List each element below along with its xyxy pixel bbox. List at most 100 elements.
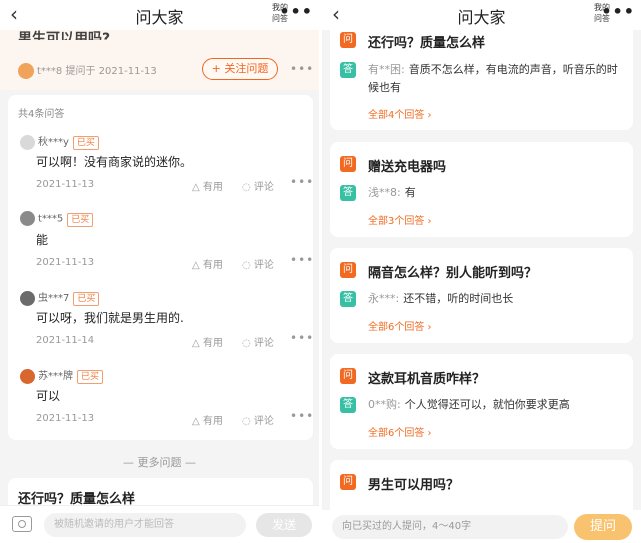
question-header: 男生可以用吗? t***8 提问于 2021-11-13 + 关注问题 •••: [0, 30, 319, 90]
answer-more-icon[interactable]: •••: [290, 175, 314, 189]
answer-preview: 有**困: 音质不怎么样，有电流的声音，听音乐的时候也有: [368, 61, 628, 97]
answer-preview: 浅**8: 有: [368, 184, 628, 202]
answer-text: 可以啊！没有商家说的迷你。: [36, 155, 193, 169]
thumb-icon: △: [192, 338, 203, 349]
answer-user-name: 永***:: [368, 292, 400, 305]
more-options-icon[interactable]: •••: [279, 2, 313, 21]
comment-button[interactable]: ◌ 评论: [242, 256, 274, 271]
answer-date: 2021-11-14: [36, 335, 95, 346]
question-meta: t***8 提问于 2021-11-13: [18, 62, 157, 79]
comment-icon: ◌: [242, 182, 254, 193]
ask-input[interactable]: 向已买过的人提问，4～40字: [332, 515, 568, 539]
answer-icon: 答: [340, 397, 356, 413]
answer-user-name: 苏***牌: [38, 371, 73, 382]
answer-more-icon[interactable]: •••: [290, 331, 314, 345]
bought-badge: 已买: [67, 212, 94, 227]
more-options-icon[interactable]: •••: [601, 2, 635, 21]
all-answers-link[interactable]: 全部6个回答 ›: [368, 424, 432, 439]
avatar: [18, 63, 34, 79]
answer-date: 2021-11-13: [36, 413, 95, 424]
answer-text: 有: [404, 186, 416, 199]
answer-user-name: 有**困:: [368, 63, 405, 76]
bought-badge: 已买: [72, 136, 99, 150]
question-title: 隔音怎么样？别人能听到吗？: [368, 266, 538, 281]
answer-user-name: 0**购:: [368, 398, 401, 411]
question-icon: 问: [340, 156, 356, 172]
send-button[interactable]: 发送: [256, 513, 312, 537]
avatar: [20, 211, 35, 226]
answer-item: t***5 已买 能 2021-11-13 △ 有用 ◌ 评论 •••: [8, 211, 313, 289]
answer-text: 可以: [36, 389, 61, 403]
thumb-icon: △: [192, 182, 203, 193]
asker-name: t***8: [37, 66, 63, 77]
answer-user-name: 浅**8:: [368, 186, 401, 199]
question-card[interactable]: 问 隔音怎么样？别人能听到吗？ 答 永***: 还不错，听的时间也长 全部6个回答…: [330, 248, 633, 343]
answer-icon: 答: [340, 62, 356, 78]
question-icon: 问: [340, 368, 356, 384]
answer-bar: 被随机邀请的用户才能回答 发送: [0, 505, 319, 543]
top-nav: ‹ 问大家 我的问答 •••: [322, 0, 641, 30]
asked-date: 提问于 2021-11-13: [65, 66, 157, 77]
answer-user: 苏***牌 已买: [20, 367, 104, 384]
useful-label: 有用: [202, 416, 223, 427]
question-icon: 问: [340, 262, 356, 278]
comment-icon: ◌: [242, 260, 254, 271]
answer-item: 秋***y 已买 可以啊！没有商家说的迷你。 2021-11-13 △ 有用 ◌ …: [8, 133, 313, 211]
comment-label: 评论: [253, 338, 274, 349]
answer-item: 虫***7 已买 可以呀，我们就是男生用的. 2021-11-14 △ 有用 ◌ …: [8, 289, 313, 367]
question-title: 男生可以用吗？: [368, 478, 460, 493]
avatar: [20, 134, 35, 150]
camera-icon[interactable]: [12, 516, 32, 532]
answer-text: 音质不怎么样，有电流的声音，听音乐的时候也有: [368, 63, 618, 94]
answer-user-name: t***5: [38, 213, 64, 225]
comment-label: 评论: [253, 416, 274, 427]
bought-badge: 已买: [73, 292, 100, 306]
thumb-icon: △: [192, 416, 203, 427]
comment-button[interactable]: ◌ 评论: [242, 334, 274, 349]
all-answers-link[interactable]: 全部4个回答 ›: [368, 106, 432, 121]
answer-user: t***5 已买: [20, 211, 94, 227]
avatar: [20, 290, 35, 306]
useful-button[interactable]: △ 有用: [192, 256, 223, 271]
answer-item: 苏***牌 已买 可以 2021-11-13 △ 有用 ◌ 评论 •••: [8, 367, 313, 445]
answer-user: 虫***7 已买: [20, 289, 100, 306]
answer-date: 2021-11-13: [36, 257, 95, 268]
comment-button[interactable]: ◌ 评论: [242, 412, 274, 427]
comment-label: 评论: [253, 182, 274, 193]
useful-button[interactable]: △ 有用: [192, 334, 223, 349]
useful-label: 有用: [202, 260, 223, 271]
useful-button[interactable]: △ 有用: [192, 178, 223, 193]
answer-more-icon[interactable]: •••: [290, 409, 314, 423]
bought-badge: 已买: [77, 370, 104, 384]
right-panel: 问 还行吗？质量怎么样 答 有**困: 音质不怎么样，有电流的声音，听音乐的时候也…: [322, 0, 641, 543]
ask-button[interactable]: 提问: [574, 514, 632, 540]
answer-count: 共4条问答: [18, 109, 65, 120]
answer-date: 2021-11-13: [36, 179, 95, 190]
answers-card: 共4条问答 秋***y 已买 可以啊！没有商家说的迷你。 2021-11-13 △…: [8, 95, 313, 440]
answer-user-name: 秋***y: [38, 137, 69, 148]
follow-question-button[interactable]: + 关注问题: [202, 58, 278, 80]
comment-button[interactable]: ◌ 评论: [242, 178, 274, 193]
answer-input[interactable]: 被随机邀请的用户才能回答: [44, 513, 246, 537]
question-more-icon[interactable]: •••: [290, 62, 314, 76]
comment-icon: ◌: [242, 416, 254, 427]
useful-label: 有用: [202, 338, 223, 349]
useful-button[interactable]: △ 有用: [192, 412, 223, 427]
answer-icon: 答: [340, 291, 356, 307]
question-title: 赠送充电器吗: [368, 160, 447, 175]
all-answers-link[interactable]: 全部3个回答 ›: [368, 212, 432, 227]
question-title: 还行吗？质量怎么样: [368, 36, 486, 51]
question-card[interactable]: 问 还行吗？质量怎么样 答 有**困: 音质不怎么样，有电流的声音，听音乐的时候也…: [330, 22, 633, 130]
next-question-card[interactable]: 还行吗？质量怎么样: [8, 478, 313, 508]
question-title: 这款耳机音质咋样？: [368, 372, 486, 387]
all-answers-link[interactable]: 全部6个回答 ›: [368, 318, 432, 333]
answer-more-icon[interactable]: •••: [290, 253, 314, 267]
answer-user: 秋***y 已买: [20, 133, 99, 150]
thumb-icon: △: [192, 260, 203, 271]
more-questions-divider: — 更多问题 —: [123, 456, 196, 469]
avatar: [20, 368, 35, 384]
question-card[interactable]: 问 赠送充电器吗 答 浅**8: 有 全部3个回答 ›: [330, 142, 633, 237]
useful-label: 有用: [202, 182, 223, 193]
question-card[interactable]: 问 这款耳机音质咋样？ 答 0**购: 个人觉得还可以，就怕你要求更高 全部6个回…: [330, 354, 633, 449]
comment-icon: ◌: [242, 338, 254, 349]
